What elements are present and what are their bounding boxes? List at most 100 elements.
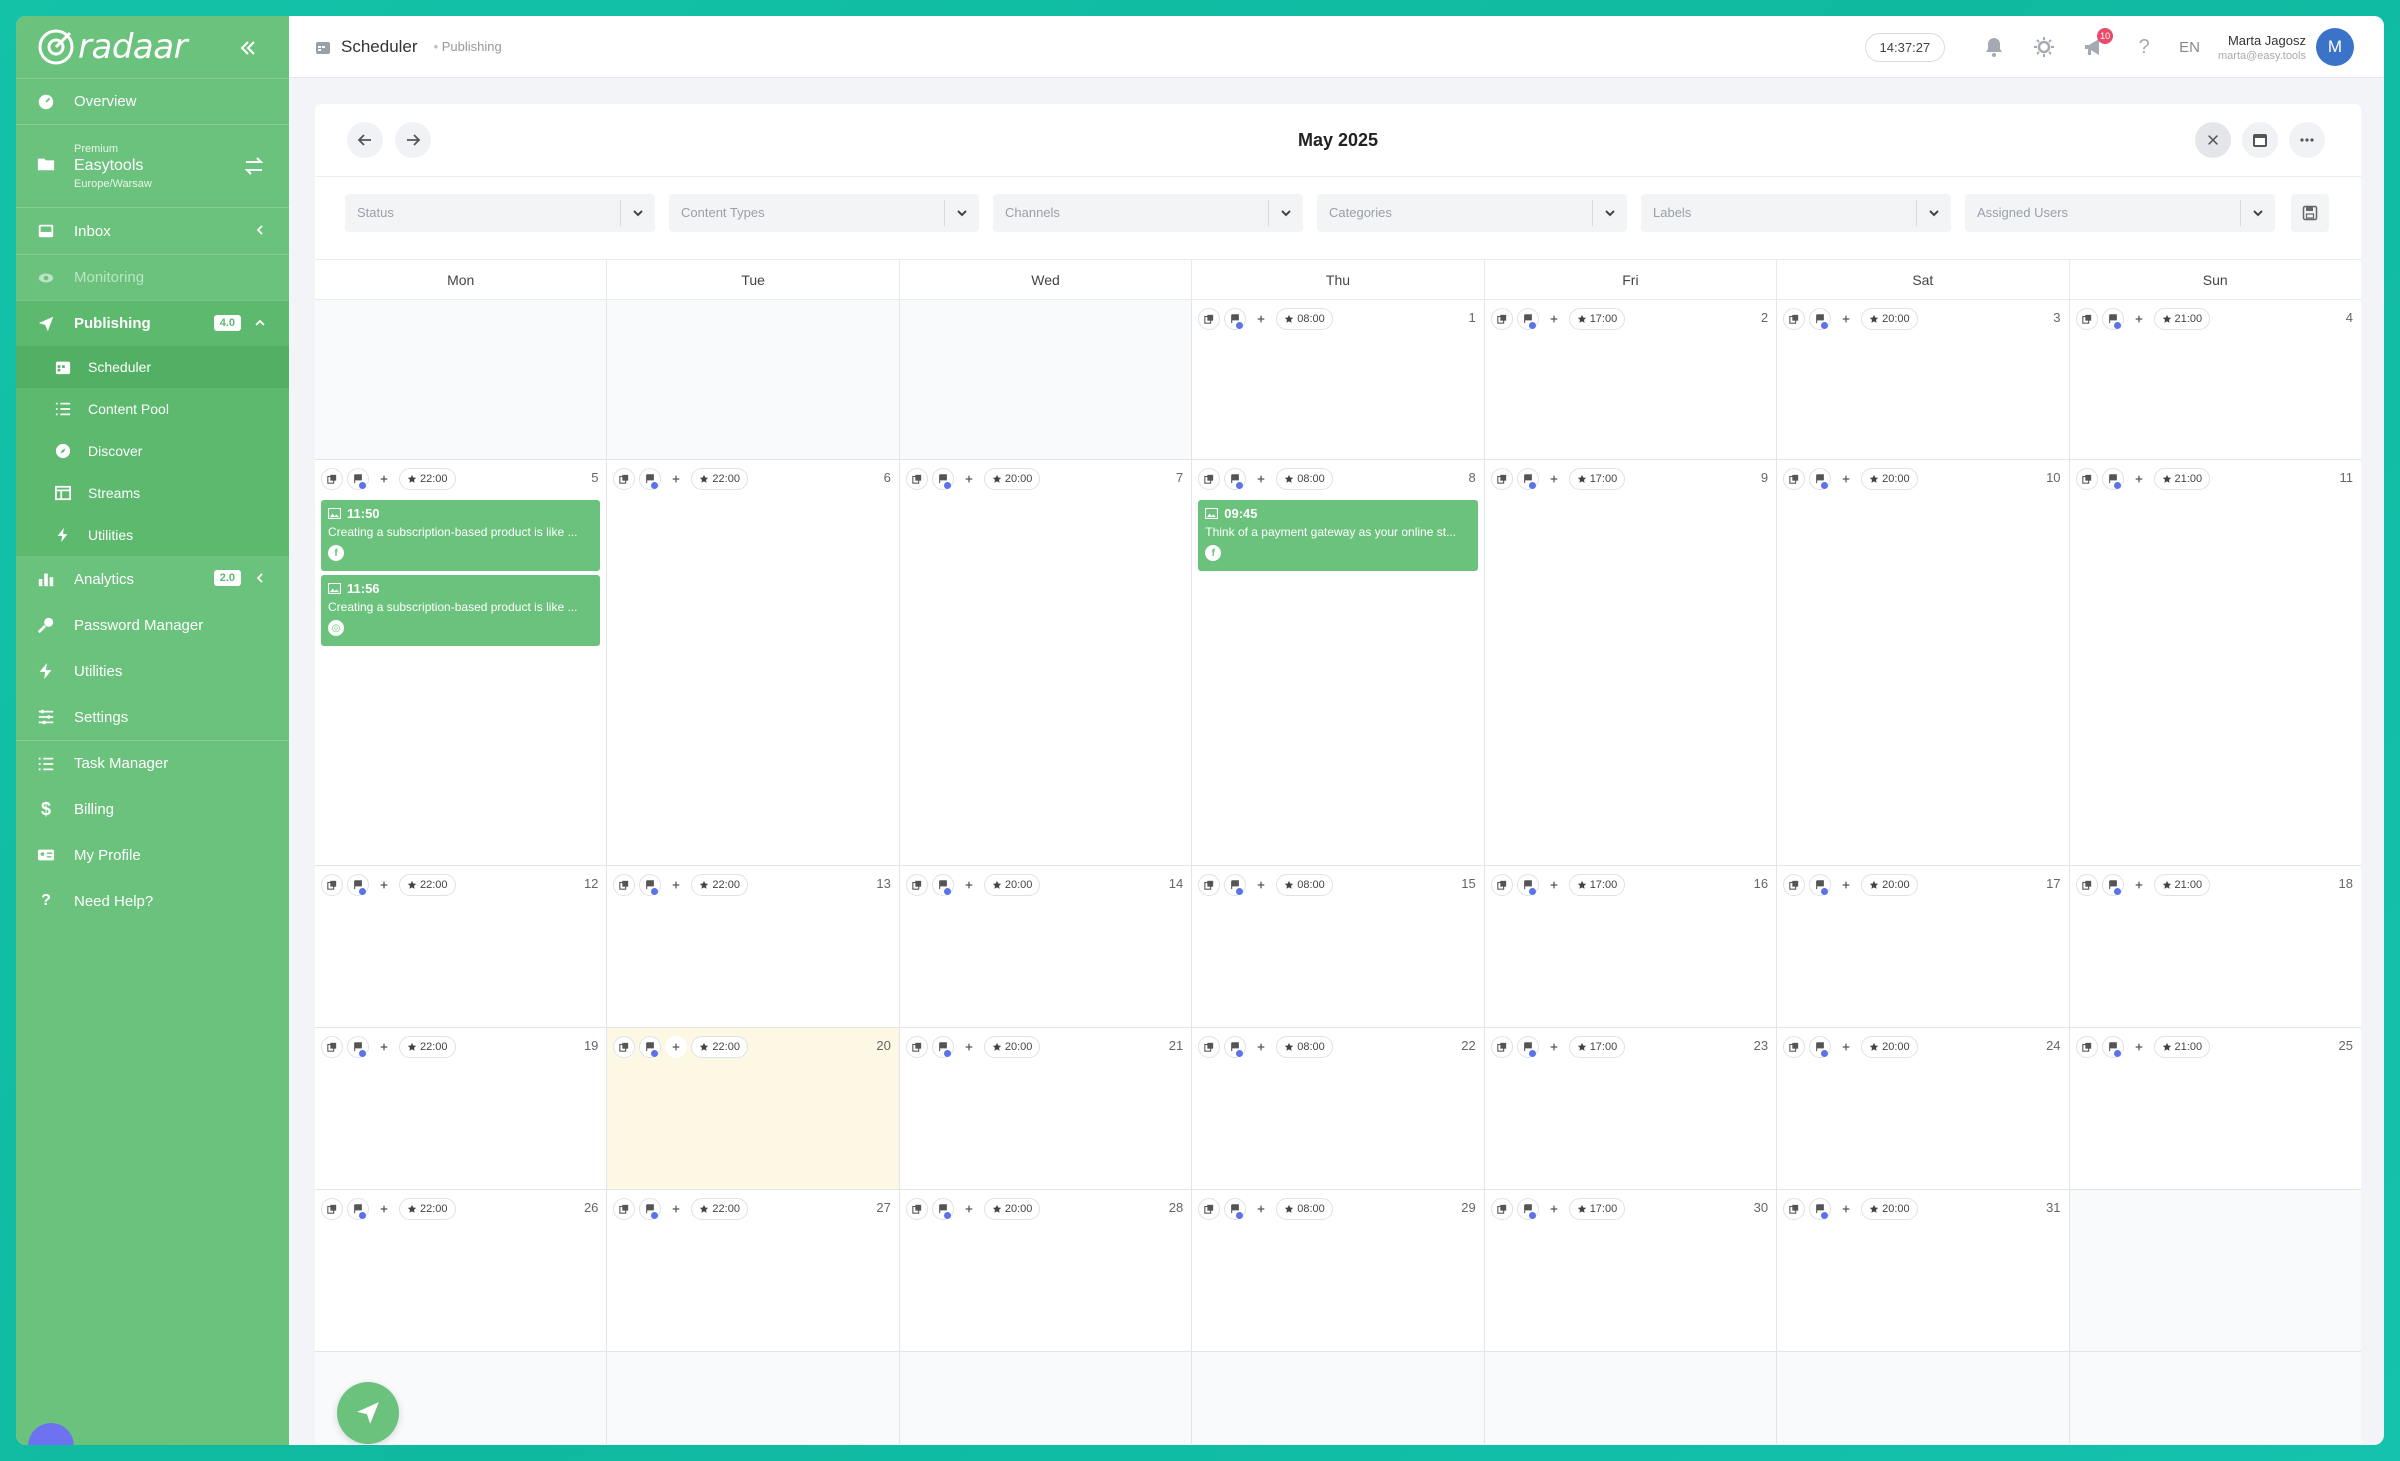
flag-icon[interactable] [1809, 1198, 1832, 1220]
day-cell[interactable]: 22:00 20 [607, 1028, 900, 1189]
best-time-slot[interactable]: 22:00 [399, 1036, 456, 1058]
best-time-slot[interactable]: 17:00 [1568, 874, 1626, 896]
duplicate-icon[interactable] [1490, 1198, 1513, 1220]
sidebar-item-settings[interactable]: Settings [16, 694, 289, 740]
duplicate-icon[interactable] [2075, 874, 2098, 896]
add-post-icon[interactable] [1835, 468, 1858, 490]
language-selector[interactable]: EN [2179, 39, 2200, 56]
duplicate-icon[interactable] [1783, 468, 1806, 490]
add-post-icon[interactable] [1250, 308, 1273, 330]
sidebar-item-utilities[interactable]: Utilities [16, 648, 289, 694]
best-time-slot[interactable]: 08:00 [1276, 874, 1333, 896]
day-cell[interactable] [2069, 1352, 2361, 1444]
sidebar-item-overview[interactable]: Overview [16, 78, 289, 124]
flag-icon[interactable] [1809, 308, 1832, 330]
avatar[interactable]: M [2316, 28, 2354, 66]
flag-icon[interactable] [2101, 468, 2124, 490]
add-post-icon[interactable] [957, 1198, 980, 1220]
day-cell[interactable]: 22:00 12 [315, 866, 608, 1027]
sidebar-item-publishing[interactable]: Publishing 4.0 [16, 300, 289, 346]
day-cell[interactable]: 17:00 16 [1485, 866, 1778, 1027]
scheduled-post-card[interactable]: 11:56 Creating a subscription-based produ… [321, 575, 601, 646]
filter-status[interactable]: Status [345, 193, 655, 232]
day-cell[interactable]: 17:00 2 [1485, 300, 1778, 459]
duplicate-icon[interactable] [905, 1036, 928, 1058]
add-post-icon[interactable] [1835, 308, 1858, 330]
add-post-icon[interactable] [1542, 1036, 1565, 1058]
flag-icon[interactable] [1809, 468, 1832, 490]
sidebar-subitem-utilities[interactable]: Utilities [16, 514, 289, 556]
best-time-slot[interactable]: 08:00 [1276, 468, 1333, 490]
switch-workspace-icon[interactable] [243, 155, 265, 177]
megaphone-icon[interactable]: 10 [2083, 28, 2114, 58]
day-cell[interactable]: 17:00 9 [1485, 460, 1778, 865]
day-cell[interactable]: 08:00 1 [1192, 300, 1485, 459]
day-cell[interactable]: 22:00 13 [607, 866, 900, 1027]
sidebar-subitem-scheduler[interactable]: Scheduler [16, 346, 289, 388]
best-time-slot[interactable]: 21:00 [2153, 468, 2211, 490]
next-month-button[interactable] [395, 122, 431, 158]
scheduled-post-card[interactable]: 09:45 Think of a payment gateway as your … [1198, 500, 1478, 571]
duplicate-icon[interactable] [613, 1198, 636, 1220]
best-time-slot[interactable]: 22:00 [399, 874, 456, 896]
compose-post-button[interactable] [337, 1382, 399, 1444]
add-post-icon[interactable] [957, 874, 980, 896]
day-cell[interactable]: 22:00 6 [607, 460, 900, 865]
best-time-slot[interactable]: 08:00 [1276, 308, 1333, 330]
add-post-icon[interactable] [2127, 874, 2150, 896]
day-cell[interactable]: 22:00 5 11:50 Creating a subscription-based… [315, 460, 608, 865]
flag-icon[interactable] [1224, 468, 1247, 490]
day-cell[interactable] [315, 300, 608, 459]
duplicate-icon[interactable] [613, 1036, 636, 1058]
day-cell[interactable]: 20:00 10 [1777, 460, 2070, 865]
flag-icon[interactable] [347, 1036, 369, 1058]
add-post-icon[interactable] [1835, 1198, 1858, 1220]
duplicate-icon[interactable] [1198, 1198, 1221, 1220]
duplicate-icon[interactable] [905, 1198, 928, 1220]
best-time-slot[interactable]: 22:00 [399, 1198, 456, 1220]
duplicate-icon[interactable] [1783, 308, 1806, 330]
best-time-slot[interactable]: 22:00 [691, 468, 748, 490]
best-time-slot[interactable]: 20:00 [1861, 1198, 1918, 1220]
clear-filters-button[interactable] [2195, 122, 2231, 158]
sidebar-item-task-manager[interactable]: Task Manager [16, 740, 289, 786]
duplicate-icon[interactable] [613, 874, 636, 896]
best-time-slot[interactable]: 20:00 [1861, 468, 1918, 490]
add-post-icon[interactable] [2127, 308, 2150, 330]
day-cell[interactable]: 20:00 31 [1777, 1190, 2070, 1351]
add-post-icon[interactable] [957, 468, 980, 490]
duplicate-icon[interactable] [2075, 1036, 2098, 1058]
day-cell[interactable]: 17:00 23 [1485, 1028, 1778, 1189]
calendar-view-button[interactable] [2242, 122, 2278, 158]
duplicate-icon[interactable] [1783, 1036, 1806, 1058]
add-post-icon[interactable] [957, 1036, 980, 1058]
filter-categories[interactable]: Categories [1317, 193, 1627, 232]
day-cell[interactable]: 21:00 25 [2070, 1028, 2361, 1189]
best-time-slot[interactable]: 08:00 [1276, 1036, 1333, 1058]
day-cell[interactable]: 20:00 21 [900, 1028, 1193, 1189]
duplicate-icon[interactable] [1490, 468, 1513, 490]
duplicate-icon[interactable] [1198, 874, 1221, 896]
duplicate-icon[interactable] [905, 874, 928, 896]
best-time-slot[interactable]: 17:00 [1568, 468, 1626, 490]
best-time-slot[interactable]: 20:00 [983, 468, 1041, 490]
add-post-icon[interactable] [2127, 1036, 2150, 1058]
sidebar-item-monitoring[interactable]: Monitoring [16, 254, 289, 300]
add-post-icon[interactable] [1542, 874, 1565, 896]
day-cell[interactable] [1484, 1352, 1778, 1444]
add-post-icon[interactable] [1250, 468, 1273, 490]
flag-icon[interactable] [1516, 1198, 1539, 1220]
best-time-slot[interactable]: 22:00 [691, 1036, 748, 1058]
best-time-slot[interactable]: 17:00 [1568, 308, 1626, 330]
filter-assigned-users[interactable]: Assigned Users [1965, 193, 2275, 232]
filter-content-types[interactable]: Content Types [669, 193, 979, 232]
flag-icon[interactable] [639, 1036, 662, 1058]
best-time-slot[interactable]: 08:00 [1276, 1198, 1333, 1220]
flag-icon[interactable] [2101, 1036, 2124, 1058]
day-cell[interactable]: 20:00 28 [900, 1190, 1193, 1351]
day-cell[interactable] [2069, 1190, 2361, 1351]
sidebar-item-inbox[interactable]: Inbox [16, 208, 289, 254]
sidebar-subitem-discover[interactable]: Discover [16, 430, 289, 472]
best-time-slot[interactable]: 21:00 [2153, 1036, 2211, 1058]
flag-icon[interactable] [347, 468, 369, 490]
